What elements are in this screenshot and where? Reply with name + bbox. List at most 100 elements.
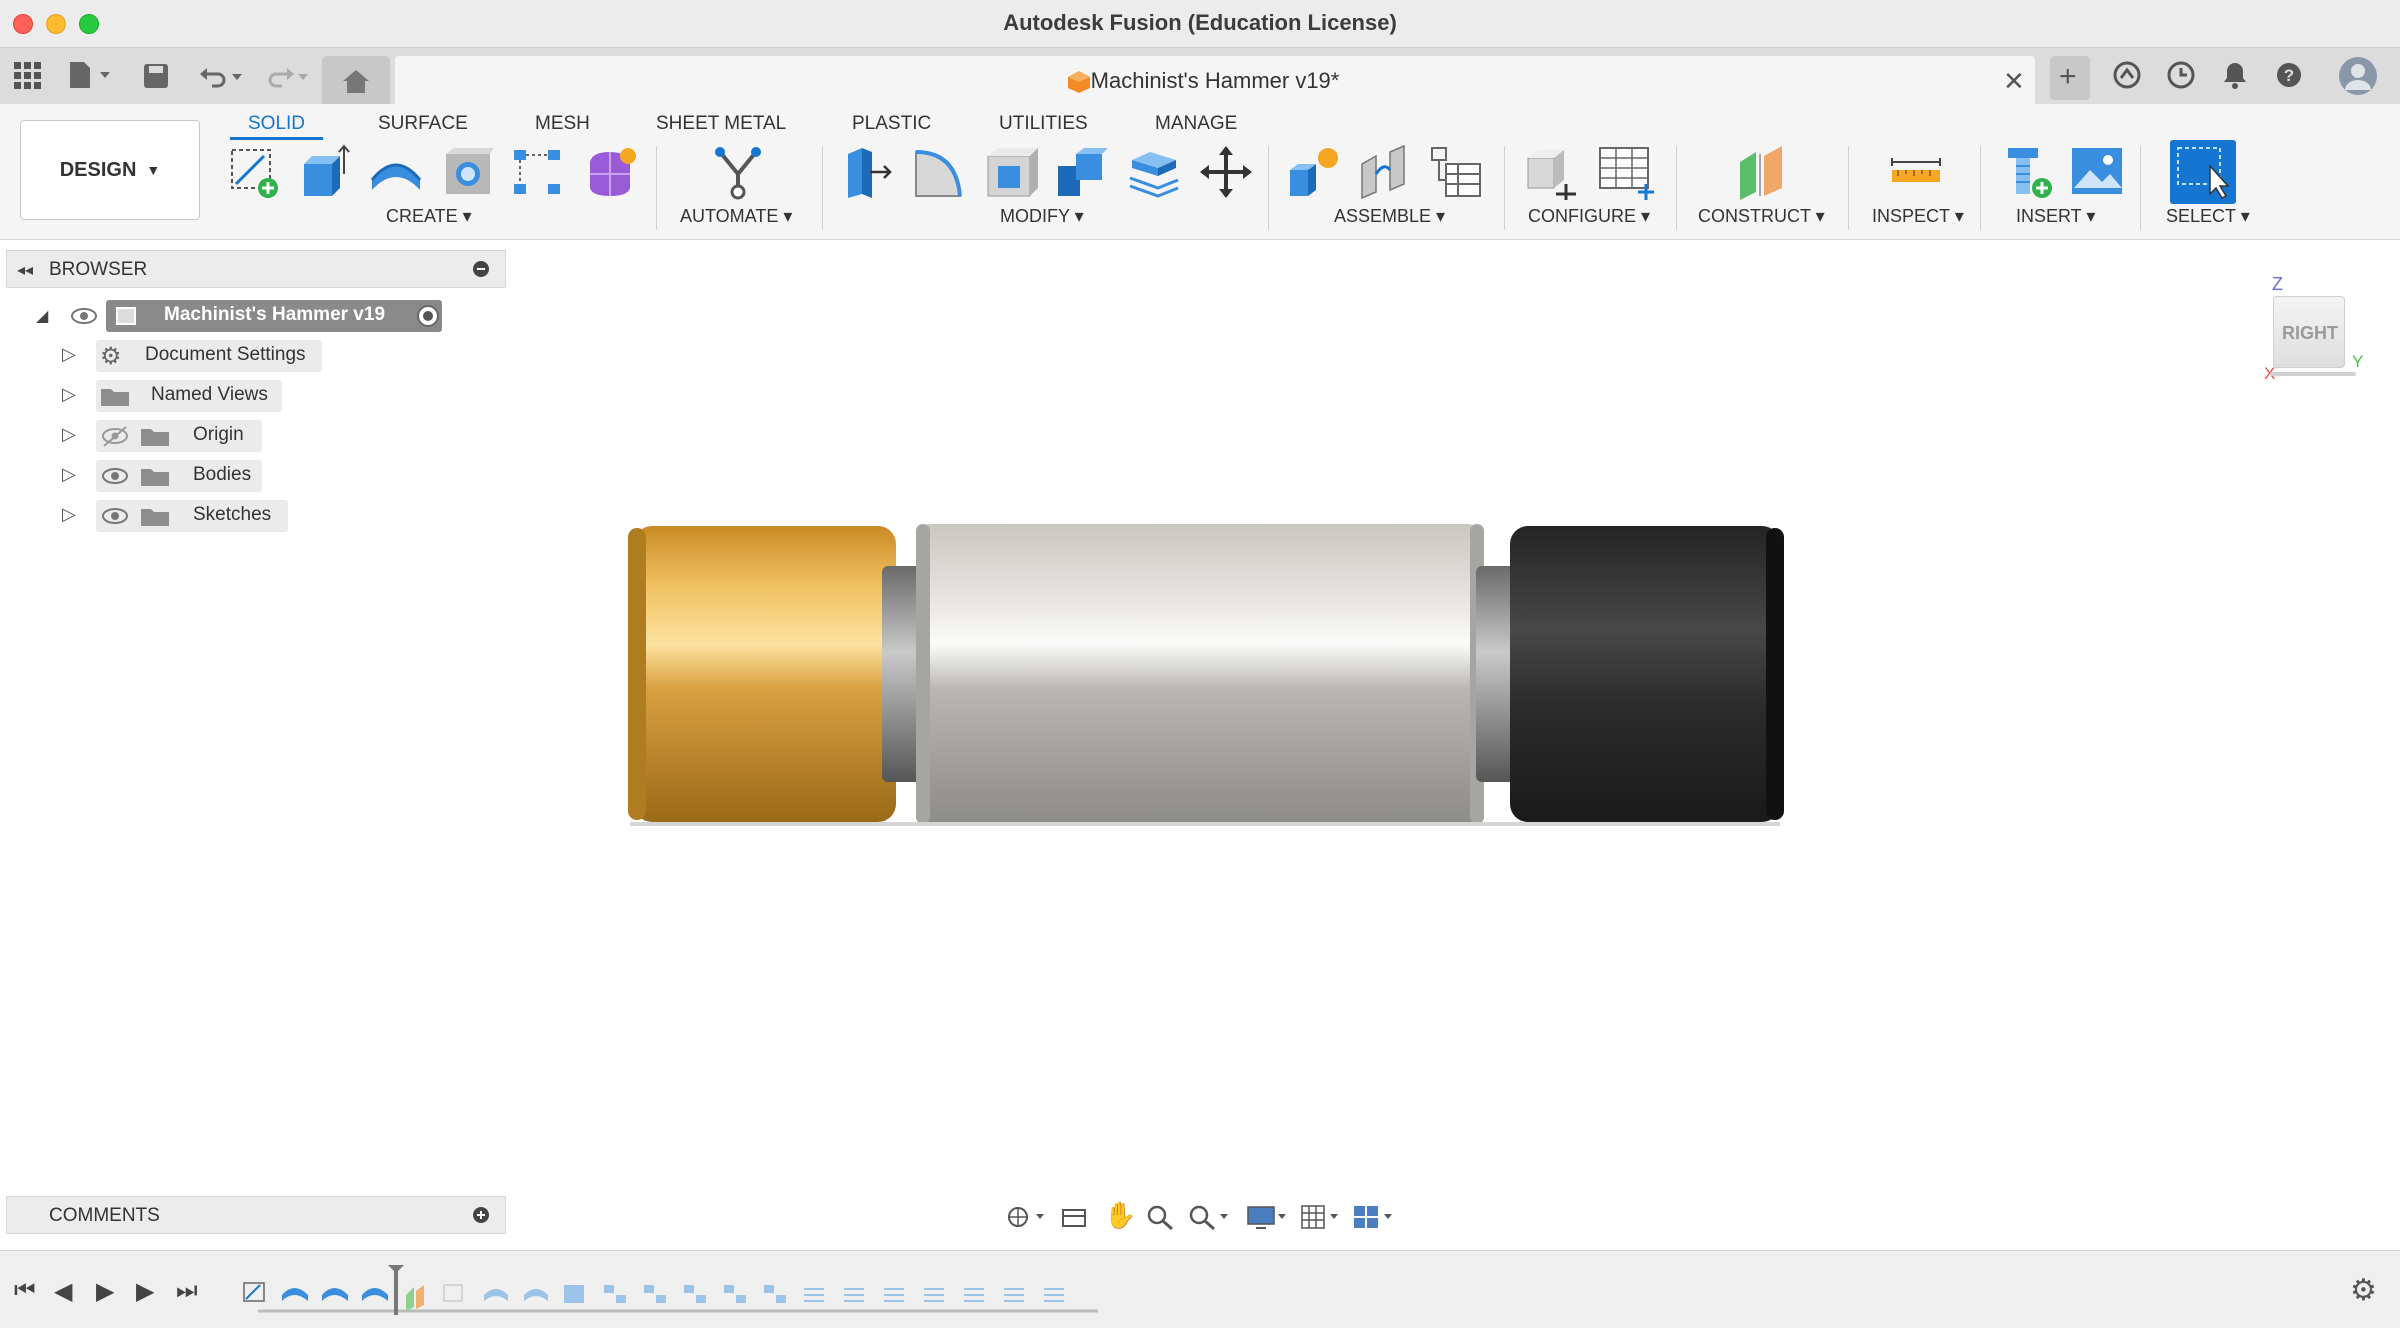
timeline-settings-gear-icon[interactable]: ⚙: [2350, 1273, 2377, 1308]
tab-mesh[interactable]: MESH: [535, 108, 590, 140]
ribbon-divider: [1980, 146, 1981, 230]
expand-triangle-icon[interactable]: ▷: [62, 384, 76, 405]
browser-item-label: Bodies: [193, 464, 251, 486]
save-icon[interactable]: [142, 62, 170, 90]
go-to-start-icon[interactable]: ⏮: [14, 1277, 36, 1305]
create-sketch-icon[interactable]: [226, 144, 282, 200]
collapse-triangle-icon[interactable]: ◢: [36, 306, 48, 326]
clock-icon[interactable]: [2166, 60, 2196, 90]
construct-group-menu[interactable]: CONSTRUCT ▾: [1698, 206, 1825, 227]
viewports-icon[interactable]: [1352, 1204, 1396, 1230]
browser-item-document-settings[interactable]: ▷ ⚙ Document Settings: [60, 340, 330, 372]
comments-title: COMMENTS: [49, 1205, 160, 1227]
visibility-eye-icon[interactable]: [70, 306, 98, 326]
joint-icon[interactable]: [1356, 144, 1412, 200]
create-form-icon[interactable]: [584, 144, 640, 200]
new-component-icon[interactable]: [1286, 144, 1342, 200]
browser-root-row[interactable]: ◢ Machinist's Hammer v19: [30, 300, 450, 332]
insert-canvas-icon[interactable]: [2070, 144, 2126, 200]
display-settings-icon[interactable]: [1246, 1204, 1290, 1230]
select-tool-button[interactable]: [2170, 140, 2236, 204]
expand-triangle-icon[interactable]: ▷: [62, 464, 76, 485]
play-icon[interactable]: ▶: [96, 1277, 114, 1306]
activate-radio-icon[interactable]: [416, 304, 440, 328]
expand-triangle-icon[interactable]: ▷: [62, 344, 76, 365]
move-copy-icon[interactable]: [1198, 144, 1254, 200]
inspect-group-menu[interactable]: INSPECT ▾: [1872, 206, 1964, 227]
viewcube[interactable]: RIGHT: [2273, 296, 2345, 368]
tab-manage[interactable]: MANAGE: [1155, 108, 1237, 140]
close-tab-icon[interactable]: ✕: [2003, 66, 2025, 97]
panel-options-icon[interactable]: [473, 261, 489, 277]
tab-plastic[interactable]: PLASTIC: [852, 108, 931, 140]
tab-sheet-metal[interactable]: SHEET METAL: [656, 108, 786, 140]
create-group-menu[interactable]: CREATE ▾: [386, 206, 472, 227]
add-comment-icon[interactable]: [473, 1207, 489, 1223]
timeline-features[interactable]: [238, 1265, 1118, 1317]
home-tab[interactable]: [322, 56, 390, 104]
measure-icon[interactable]: [1888, 144, 1944, 200]
visibility-eye-icon[interactable]: [100, 506, 130, 528]
tab-surface[interactable]: SURFACE: [378, 108, 468, 140]
bill-of-materials-icon[interactable]: [1428, 144, 1484, 200]
pan-hand-icon[interactable]: ✋: [1104, 1200, 1136, 1231]
offset-face-icon[interactable]: [1126, 144, 1182, 200]
user-avatar[interactable]: [2338, 56, 2378, 96]
press-pull-icon[interactable]: [840, 144, 896, 200]
fillet-icon[interactable]: [912, 144, 968, 200]
insert-mcmaster-icon[interactable]: [2000, 144, 2056, 200]
hole-icon[interactable]: [440, 144, 496, 200]
expand-triangle-icon[interactable]: ▷: [62, 424, 76, 445]
revolve-icon[interactable]: [368, 144, 424, 200]
offset-plane-icon[interactable]: [1734, 144, 1790, 200]
fit-zoom-icon[interactable]: [1188, 1204, 1232, 1230]
app-title: Autodesk Fusion (Education License): [0, 10, 2400, 36]
redo-icon[interactable]: [262, 62, 310, 90]
go-to-end-icon[interactable]: ⏭: [176, 1277, 198, 1305]
automate-group-menu[interactable]: AUTOMATE ▾: [680, 206, 792, 227]
automate-icon[interactable]: [710, 144, 766, 200]
document-tab[interactable]: Machinist's Hammer v19* ✕: [395, 56, 2035, 104]
ribbon-divider: [656, 146, 657, 230]
collapse-panel-icon[interactable]: ◂◂: [17, 260, 33, 280]
hammer-model-viewport[interactable]: [620, 516, 1790, 832]
browser-item-sketches[interactable]: ▷ Sketches: [60, 500, 290, 532]
shell-icon[interactable]: [984, 144, 1040, 200]
navigation-toolbar: ✋: [1000, 1196, 1400, 1238]
hidden-eye-icon[interactable]: [100, 426, 130, 448]
configure-group-menu[interactable]: CONFIGURE ▾: [1528, 206, 1650, 227]
expand-triangle-icon[interactable]: ▷: [62, 504, 76, 525]
step-forward-icon[interactable]: ▶: [136, 1277, 154, 1306]
ribbon-divider: [2140, 146, 2141, 230]
tab-utilities[interactable]: UTILITIES: [999, 108, 1088, 140]
pattern-icon[interactable]: [510, 144, 566, 200]
look-at-icon[interactable]: [1060, 1204, 1088, 1230]
browser-item-origin[interactable]: ▷ Origin: [60, 420, 270, 452]
visibility-eye-icon[interactable]: [100, 466, 130, 488]
notifications-bell-icon[interactable]: [2220, 60, 2250, 90]
tab-solid[interactable]: SOLID: [230, 108, 323, 140]
undo-icon[interactable]: [198, 62, 246, 90]
configure-component-icon[interactable]: [1524, 144, 1580, 200]
select-group-menu[interactable]: SELECT ▾: [2166, 206, 2250, 227]
workspace-switcher-button[interactable]: DESIGN ▼: [20, 120, 200, 220]
extrude-icon[interactable]: [296, 144, 352, 200]
browser-item-named-views[interactable]: ▷ Named Views: [60, 380, 290, 412]
job-status-icon[interactable]: [2112, 60, 2142, 90]
grid-settings-icon[interactable]: [1300, 1204, 1344, 1230]
apps-grid-icon[interactable]: [14, 62, 42, 90]
comments-panel-header[interactable]: COMMENTS: [6, 1196, 506, 1234]
help-icon[interactable]: ?: [2274, 60, 2304, 90]
assemble-group-menu[interactable]: ASSEMBLE ▾: [1334, 206, 1445, 227]
orbit-icon[interactable]: [1006, 1204, 1046, 1230]
file-menu-icon[interactable]: [68, 60, 116, 90]
insert-group-menu[interactable]: INSERT ▾: [2016, 206, 2095, 227]
combine-icon[interactable]: [1054, 144, 1110, 200]
configuration-table-icon[interactable]: [1598, 144, 1654, 200]
modify-group-menu[interactable]: MODIFY ▾: [1000, 206, 1084, 227]
browser-item-bodies[interactable]: ▷ Bodies: [60, 460, 270, 492]
new-tab-button[interactable]: +: [2050, 56, 2090, 100]
browser-panel-header[interactable]: ◂◂ BROWSER: [6, 250, 506, 288]
step-back-icon[interactable]: ◀: [54, 1277, 72, 1306]
zoom-icon[interactable]: [1146, 1204, 1174, 1230]
